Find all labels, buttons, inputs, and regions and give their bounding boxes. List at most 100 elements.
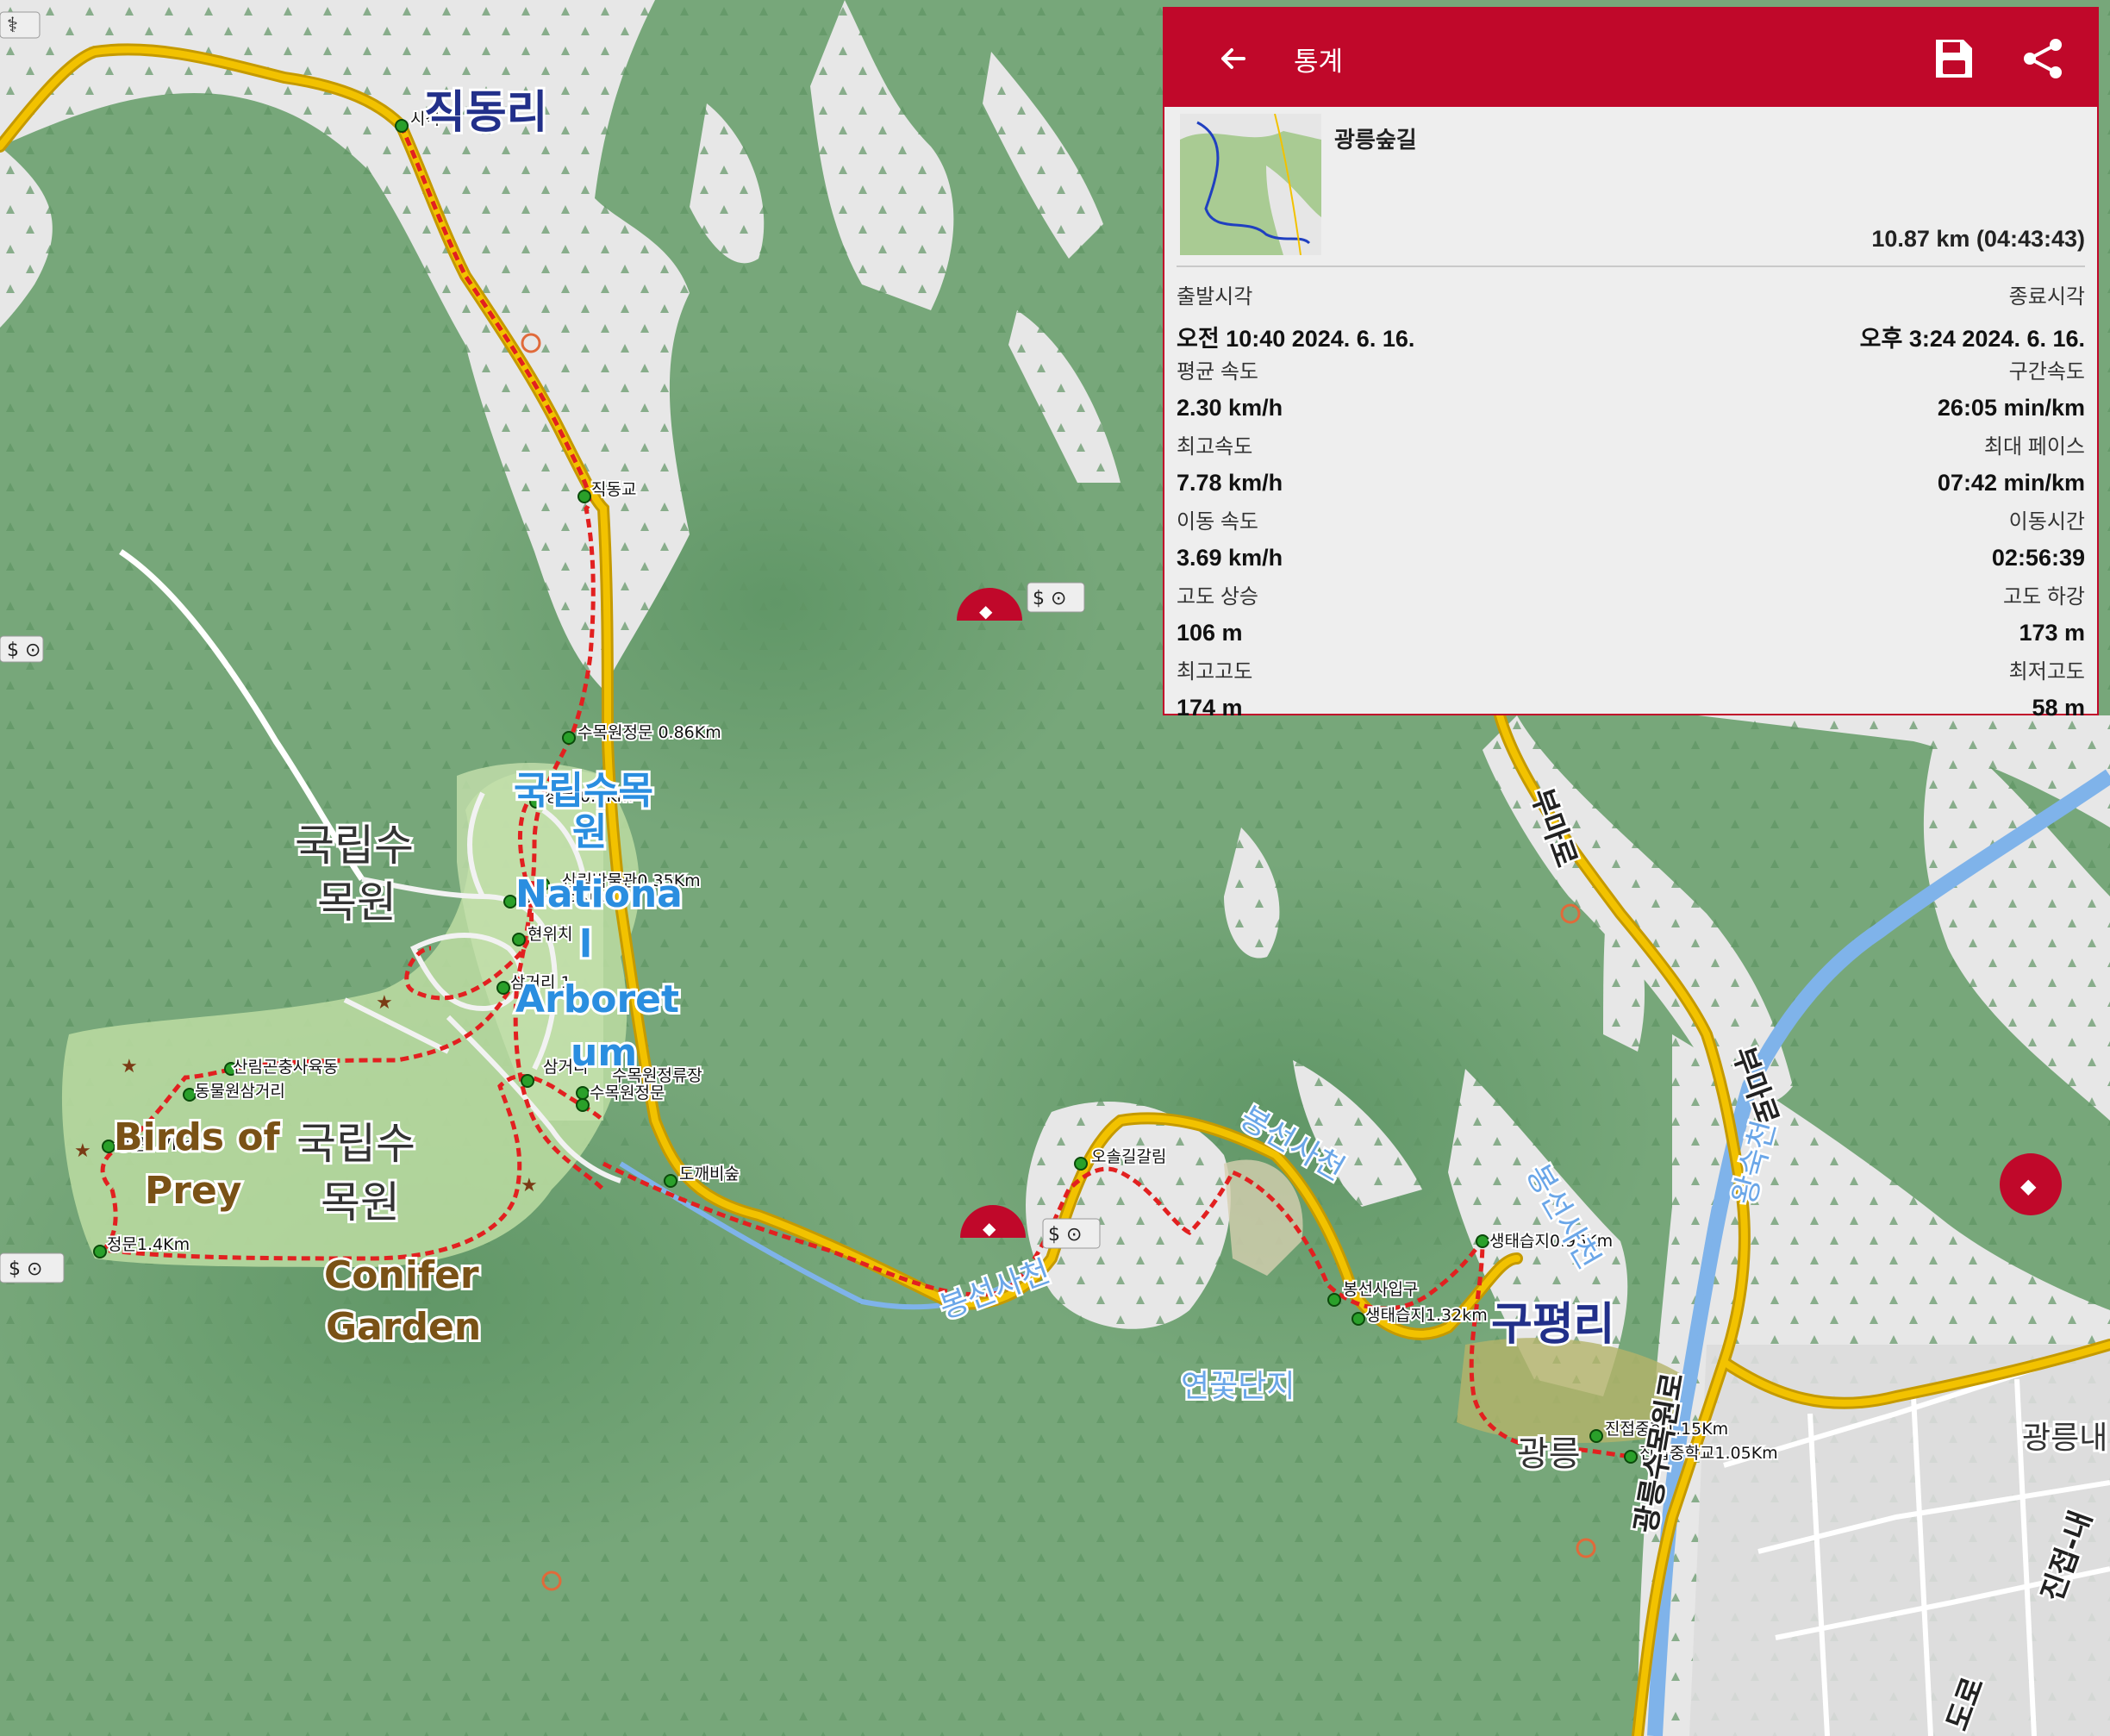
stat-label: 이동시간: [2008, 510, 2085, 534]
statistics-panel: 통계 광릉숲길 10.87 km (04:43:43) 출발시각오전 10:40…: [1163, 7, 2099, 721]
stat-value: 오후 3:24 2024. 6. 16.: [1859, 326, 2085, 352]
star-icon: ★: [376, 992, 393, 1014]
toilet-marker-1[interactable]: ⚕: [0, 11, 41, 39]
waypoint-label: 봉선사입구: [1343, 1280, 1418, 1299]
stat-label: 고도 상승: [1177, 585, 1258, 609]
divider: [1177, 265, 2085, 267]
toilet-marker-2[interactable]: $ ⊙: [0, 635, 44, 663]
star-icon: ★: [74, 1140, 91, 1162]
parking-icon: ◆: [983, 1218, 996, 1239]
conifer-garden-label: Conifer: [324, 1253, 479, 1297]
waypoint-label: 수목원정문 0.86Km: [577, 723, 721, 742]
waypoint-label: 오솔길갈림: [1091, 1147, 1166, 1166]
stat-value: 07:42 min/km: [1937, 470, 2085, 496]
waypoint-gate-14: [93, 1245, 107, 1258]
arboretum-en-label: l: [579, 922, 592, 966]
arboretum-en-label: um: [571, 1031, 637, 1075]
share-icon[interactable]: [2018, 34, 2069, 83]
waypoint-wetland-132: [1352, 1312, 1365, 1326]
arboretum-en-label: Nationa: [515, 872, 683, 916]
village-label: 직동리: [424, 87, 548, 139]
arboretum-en-label: Arboret: [515, 977, 679, 1021]
arboretum-label: 목원: [321, 1177, 400, 1227]
svg-text:$ ⊙: $ ⊙: [7, 640, 41, 661]
stat-row: 출발시각오전 10:40 2024. 6. 16. 종료시각오후 3:24 20…: [1177, 279, 2085, 353]
waypoint-junction: [521, 1074, 534, 1088]
waypoint-path-fork: [1074, 1157, 1088, 1171]
waypoint-label: 생태습지1.32km: [1365, 1306, 1488, 1325]
stat-label: 최고고도: [1177, 660, 1253, 684]
stat-label: 최고속도: [1177, 435, 1253, 459]
toilet-marker-5[interactable]: $ ⊙: [1042, 1218, 1101, 1249]
stat-value: 173 m: [2019, 620, 2085, 646]
arrow-left-icon[interactable]: [1209, 34, 1258, 83]
app-bar: 통계: [1164, 9, 2097, 107]
jinjeop-town: [1689, 1345, 2110, 1736]
stat-row: 최고고도 174 m 최저고도 58 m: [1177, 654, 2085, 728]
waypoint-gate-17: [102, 1140, 115, 1153]
stat-value: 7.78 km/h: [1177, 470, 1283, 496]
waypoint-junction-1: [496, 981, 510, 995]
waypoint-label: 산림곤충사육동: [233, 1058, 338, 1077]
svg-text:$ ⊙: $ ⊙: [1048, 1224, 1082, 1246]
arboretum-label: 목원: [317, 877, 396, 927]
waypoint-label: 수목원정문: [590, 1083, 665, 1102]
waypoint-wetland-096: [1476, 1234, 1489, 1248]
arboretum-label: 국립수: [295, 821, 414, 871]
stat-label: 최대 페이스: [1983, 435, 2085, 459]
toilet-marker-4[interactable]: $ ⊙: [0, 1252, 65, 1283]
waypoint-bongseon-entrance: [1327, 1293, 1341, 1307]
star-icon: ★: [521, 1175, 538, 1196]
stat-label: 구간속도: [2008, 360, 2085, 384]
road-icon: ◆: [2020, 1174, 2037, 1198]
waypoint-start: [395, 119, 409, 133]
waypoint-jinjeop-105: [1624, 1450, 1638, 1464]
arboretum-en-label: 국립수목: [514, 769, 653, 813]
stat-row: 최고속도 7.78 km/h 최대 페이스 07:42 min/km: [1177, 429, 2085, 503]
waypoint-dokkaebi: [664, 1174, 677, 1188]
stat-value: 3.69 km/h: [1177, 545, 1283, 571]
stat-label: 종료시각: [2008, 285, 2085, 309]
track-name: 광릉숲길: [1334, 127, 1417, 153]
stat-value: 58 m: [2032, 695, 2085, 721]
arboretum-label: 국립수: [297, 1119, 415, 1169]
lotus-complex-label: 연꽃단지: [1181, 1369, 1295, 1404]
stat-row: 이동 속도 3.69 km/h 이동시간 02:56:39: [1177, 504, 2085, 578]
birds-of-prey-label: Birds of: [114, 1115, 281, 1159]
stat-label: 고도 하강: [2003, 585, 2085, 609]
stat-value: 174 m: [1177, 695, 1243, 721]
stat-row: 고도 상승 106 m 고도 하강 173 m: [1177, 579, 2085, 653]
svg-text:$ ⊙: $ ⊙: [9, 1258, 42, 1280]
birds-of-prey-label: Prey: [145, 1169, 241, 1213]
waypoint-label: 동물원삼거리: [195, 1082, 285, 1101]
town-label: 광릉내: [2022, 1421, 2107, 1456]
toilet-marker-3[interactable]: $ ⊙: [1027, 582, 1085, 613]
waypoint-current: [512, 933, 526, 946]
waypoint-jikdonggyo: [577, 490, 591, 503]
svg-text:⚕: ⚕: [7, 13, 18, 37]
stat-value: 106 m: [1177, 620, 1243, 646]
waypoint-label: 정문1.4Km: [107, 1235, 190, 1254]
track-summary: 10.87 km (04:43:43): [1871, 226, 2085, 252]
waypoint-label: 현위치: [528, 925, 572, 944]
stat-value: 오전 10:40 2024. 6. 16.: [1177, 326, 1415, 352]
track-thumbnail[interactable]: [1180, 114, 1321, 255]
waypoint-zoo-junction: [183, 1088, 197, 1102]
parking-icon: ◆: [979, 601, 993, 621]
waypoint-busstop: [576, 1086, 590, 1100]
waypoint-arboretum-gate: [576, 1098, 590, 1112]
stat-label: 출발시각: [1177, 285, 1253, 309]
conifer-garden-label: Garden: [326, 1305, 481, 1349]
floppy-disk-icon[interactable]: [1929, 34, 1977, 83]
stat-label: 평균 속도: [1177, 360, 1258, 384]
stat-row: 평균 속도 2.30 km/h 구간속도 26:05 min/km: [1177, 354, 2085, 428]
waypoint-gate-086: [562, 731, 576, 745]
arboretum-en-label: 원: [572, 810, 607, 854]
waypoint-label: 직동교: [591, 480, 636, 499]
svg-text:$ ⊙: $ ⊙: [1033, 588, 1066, 609]
stat-label: 최저고도: [2008, 660, 2085, 684]
stat-value: 26:05 min/km: [1937, 395, 2085, 421]
page-title: 통계: [1294, 47, 1344, 77]
village-label: 구평리: [1491, 1299, 1615, 1351]
waypoint-gate-05: [503, 895, 517, 909]
